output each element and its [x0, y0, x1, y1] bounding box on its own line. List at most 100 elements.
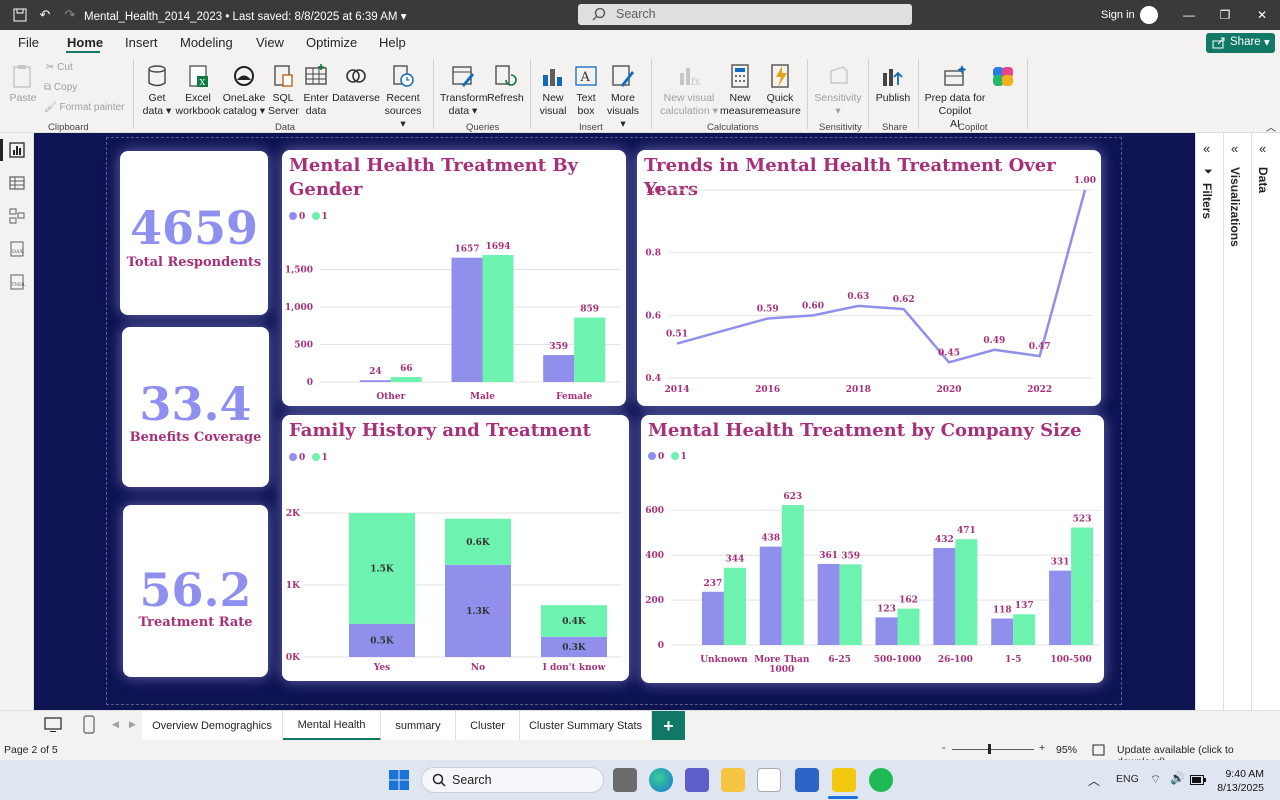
kpi-label: Total Respondents — [126, 255, 262, 270]
chart-card-company-size[interactable]: Mental Health Treatment by Company Size … — [641, 415, 1104, 683]
wifi-icon[interactable]: ⌔ — [1150, 772, 1161, 787]
chart-card-family-history[interactable]: Family History and Treatment 0 1 0K 1K 2K 0… — [282, 415, 629, 681]
windows-start-icon[interactable] — [388, 769, 410, 791]
tab-insert[interactable]: Insert — [125, 35, 158, 50]
fit-to-page-icon[interactable] — [1092, 744, 1105, 756]
tab-optimize[interactable]: Optimize — [306, 35, 357, 50]
format-painter-button[interactable]: 🖌 Format painter — [44, 102, 125, 113]
task-view-icon[interactable] — [613, 768, 637, 792]
file-explorer-icon[interactable] — [721, 768, 745, 792]
sign-in-link[interactable]: Sign in — [1101, 9, 1135, 21]
kpi-card-total-respondents[interactable]: 4659 Total Respondents — [120, 151, 268, 315]
copy-button[interactable]: ⧉ Copy — [44, 82, 77, 93]
teams-icon[interactable] — [685, 768, 709, 792]
collapse-chevron-icon[interactable]: « — [1259, 141, 1266, 156]
onelake-catalog-button[interactable]: OneLake catalog ▾ — [222, 63, 266, 118]
document-title[interactable]: Mental_Health_2014_2023 • Last saved: 8/… — [84, 9, 406, 23]
undo-icon[interactable]: ↶ — [35, 5, 55, 25]
edge-browser-icon[interactable] — [649, 768, 673, 792]
group-separator — [433, 59, 434, 129]
store-icon[interactable] — [757, 768, 781, 792]
minimize-button[interactable]: — — [1171, 0, 1207, 30]
paste-button[interactable]: Paste — [8, 63, 38, 105]
refresh-button[interactable]: Refresh — [487, 63, 524, 105]
chart-card-treatment-trends[interactable]: Trends in Mental Health Treatment Over Y… — [637, 150, 1101, 406]
spotify-icon[interactable] — [869, 768, 893, 792]
new-measure-button[interactable]: New measure — [720, 63, 761, 118]
dax-query-view-icon[interactable]: DAX — [8, 240, 26, 258]
mobile-layout-icon[interactable] — [83, 715, 95, 735]
desktop-layout-icon[interactable] — [44, 717, 62, 733]
collapse-chevron-icon[interactable]: « — [1203, 141, 1210, 156]
report-view-icon[interactable] — [8, 141, 26, 159]
new-visual-button[interactable]: New visual — [537, 63, 569, 118]
page-tab[interactable]: Cluster Summary Stats — [520, 711, 652, 741]
prep-data-for-copilot-button[interactable]: Prep data for Copilot AI — [924, 63, 986, 131]
app-icon[interactable] — [795, 768, 819, 792]
volume-icon[interactable]: 🔊 — [1170, 771, 1185, 785]
svg-text:X: X — [200, 78, 206, 87]
transform-data-button[interactable]: Transform data ▾ — [440, 63, 487, 118]
taskbar-search-input[interactable]: Search — [421, 767, 604, 793]
enter-data-button[interactable]: Enter data — [301, 63, 331, 118]
zoom-out-button[interactable]: - — [942, 742, 946, 754]
collapse-chevron-icon[interactable]: « — [1231, 141, 1238, 156]
recent-sources-button[interactable]: Recent sources ▾ — [383, 63, 423, 131]
menu-bar: File Home Insert Modeling View Optimize … — [0, 30, 1280, 55]
add-page-button[interactable]: + — [652, 711, 685, 741]
sensitivity-button[interactable]: Sensitivity ▾ — [813, 63, 863, 118]
restore-button[interactable]: ❐ — [1207, 0, 1243, 30]
tab-view[interactable]: View — [256, 35, 284, 50]
publish-button[interactable]: Publish — [874, 63, 912, 105]
battery-icon[interactable] — [1190, 775, 1206, 785]
power-bi-icon[interactable] — [832, 768, 856, 792]
show-hidden-icons-icon[interactable]: ︿ — [1088, 772, 1100, 789]
page-tab[interactable]: Overview Demograghics — [142, 711, 283, 741]
table-view-icon[interactable] — [8, 174, 26, 192]
save-icon[interactable] — [10, 5, 30, 25]
system-clock[interactable]: 9:40 AM 8/13/2025 — [1206, 767, 1264, 795]
page-tab-active[interactable]: Mental Health — [283, 711, 381, 741]
sql-server-button[interactable]: SQL Server — [268, 63, 299, 118]
filters-pane[interactable]: « ⏷ Filters — [1196, 133, 1224, 710]
data-label: 24 — [369, 367, 382, 377]
new-visual-calculation-button[interactable]: fx New visual calculation ▾ — [658, 63, 720, 118]
get-data-button[interactable]: Get data ▾ — [140, 63, 174, 118]
tab-home[interactable]: Home — [67, 35, 103, 50]
tab-modeling[interactable]: Modeling — [180, 35, 233, 50]
data-pane[interactable]: « Data — [1252, 133, 1280, 710]
excel-workbook-button[interactable]: X Excel workbook — [175, 63, 221, 118]
account-icon[interactable] — [1140, 6, 1158, 24]
page-tab[interactable]: Cluster — [456, 711, 520, 741]
share-button[interactable]: Share ▾ — [1206, 33, 1275, 53]
y-tick-label: 0 — [307, 378, 313, 388]
text-box-button[interactable]: A Text box — [572, 63, 600, 118]
bar — [933, 547, 956, 645]
y-tick-label: 1,500 — [285, 266, 313, 276]
dataverse-button[interactable]: Dataverse — [332, 63, 380, 105]
kpi-card-benefits-coverage[interactable]: 33.4 Benefits Coverage — [122, 327, 269, 487]
tmdl-view-icon[interactable]: TMDL — [8, 273, 26, 291]
visualizations-pane[interactable]: « Visualizations — [1224, 133, 1252, 710]
search-input[interactable]: Search — [578, 4, 912, 25]
more-visuals-button[interactable]: More visuals ▾ — [603, 63, 643, 131]
next-page-icon[interactable]: ▶ — [129, 719, 136, 730]
redo-icon[interactable]: ↷ — [60, 5, 80, 25]
page-tab[interactable]: summary — [381, 711, 456, 741]
cut-button[interactable]: ✂ Cut — [46, 62, 73, 73]
prev-page-icon[interactable]: ◀ — [112, 719, 119, 730]
kpi-card-treatment-rate[interactable]: 56.2 Treatment Rate — [123, 505, 268, 677]
tab-help[interactable]: Help — [379, 35, 406, 50]
copilot-button[interactable] — [988, 63, 1018, 92]
zoom-slider[interactable] — [952, 749, 1034, 750]
tab-file[interactable]: File — [18, 35, 39, 50]
language-indicator[interactable]: ENG — [1116, 773, 1139, 785]
collapse-ribbon-icon[interactable]: ︿ — [1266, 119, 1276, 134]
quick-measure-button[interactable]: Quick measure — [760, 63, 801, 118]
zoom-slider-thumb[interactable] — [988, 744, 991, 754]
close-button[interactable]: ✕ — [1244, 0, 1280, 30]
chart-card-treatment-by-gender[interactable]: Mental Health Treatment By Gender 0 1 05… — [282, 150, 626, 406]
zoom-in-button[interactable]: + — [1039, 742, 1045, 754]
data-label: 66 — [400, 364, 413, 374]
model-view-icon[interactable] — [8, 207, 26, 225]
